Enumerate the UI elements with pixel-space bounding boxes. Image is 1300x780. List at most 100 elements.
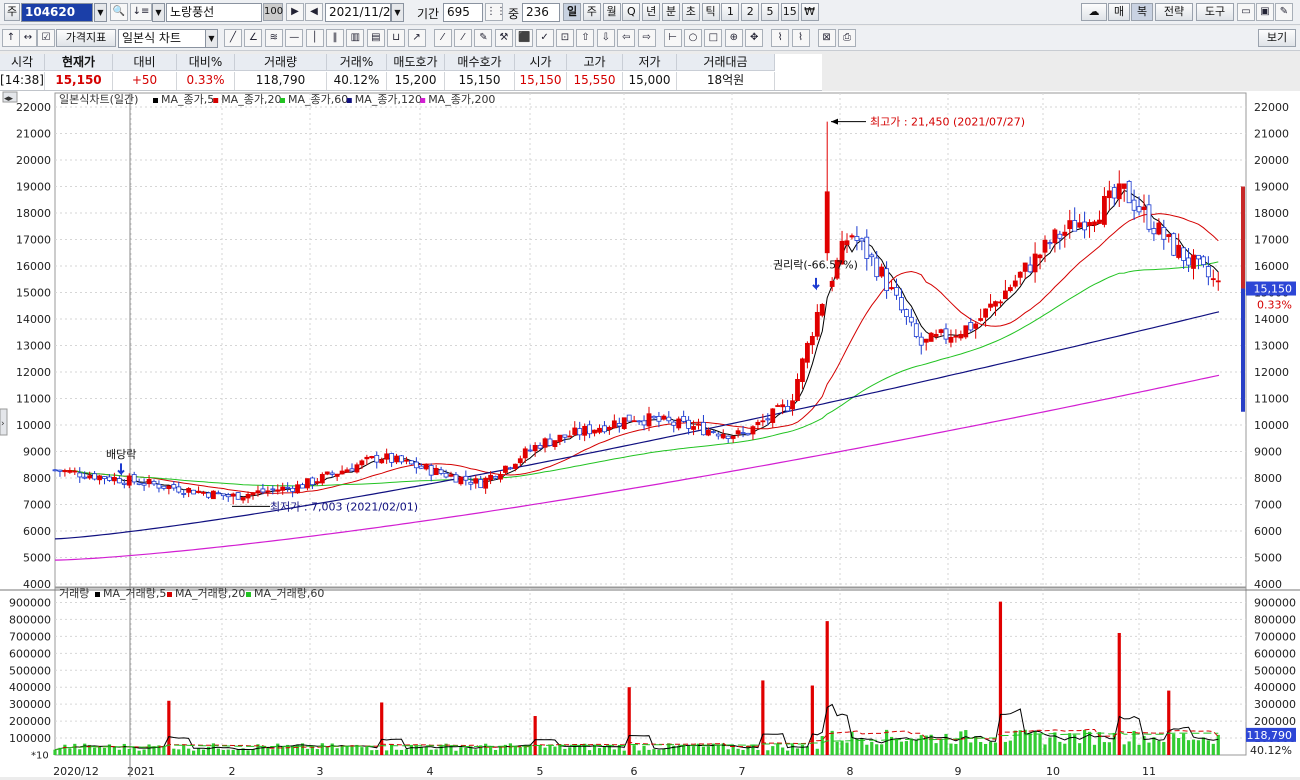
draw-tool-icon[interactable]: ⇦ bbox=[617, 29, 636, 47]
chart-type-select[interactable]: 일본식 차트 bbox=[118, 29, 206, 48]
candle-body bbox=[295, 484, 300, 494]
draw-tool-icon[interactable]: ✎ bbox=[474, 29, 493, 47]
draw-tool-icon[interactable]: ⁄ bbox=[433, 29, 452, 47]
draw-tool-icon[interactable]: ⇧ bbox=[576, 29, 595, 47]
candle-body bbox=[151, 480, 157, 485]
draw-tool-icon[interactable]: ▤ bbox=[366, 29, 385, 47]
quote-header: 시가 bbox=[515, 54, 567, 71]
period-button-1[interactable]: 주 bbox=[582, 3, 601, 21]
cloud-icon[interactable]: ☁ bbox=[1081, 3, 1107, 21]
strategy-button[interactable]: 전략 bbox=[1155, 3, 1193, 21]
draw-tool-icon[interactable]: ⌇ bbox=[771, 29, 790, 47]
candle-body bbox=[755, 421, 761, 426]
chart-type-dropdown-icon[interactable]: ▼ bbox=[205, 29, 218, 48]
draw-tool-icon[interactable]: ╱ bbox=[224, 29, 242, 47]
view-button[interactable]: 보기 bbox=[1258, 29, 1296, 47]
candle-body bbox=[730, 435, 736, 439]
expand-horizontal-icon[interactable]: ↔ bbox=[19, 29, 37, 47]
period-button-3[interactable]: Q bbox=[622, 3, 641, 21]
date-dropdown-icon[interactable]: ▼ bbox=[391, 3, 404, 22]
tools-button[interactable]: 도구 bbox=[1196, 3, 1234, 21]
period-button-11[interactable]: 15 bbox=[780, 3, 799, 21]
sort-dropdown-icon[interactable]: ▼ bbox=[152, 3, 165, 22]
draw-tool-icon[interactable]: ✓ bbox=[535, 29, 554, 47]
candle-body bbox=[82, 476, 88, 479]
grip-icon[interactable]: ⋮⋮ bbox=[485, 3, 506, 21]
chart-area[interactable]: 22000 22000 21000 21000 20000 20000 19000 19000… bbox=[0, 91, 1300, 778]
draw-tool-icon[interactable]: ⬛ bbox=[515, 29, 534, 47]
draw-tool-icon[interactable]: □ bbox=[704, 29, 723, 47]
draw-tool-icon[interactable]: ‖ bbox=[326, 29, 344, 47]
period-button-8[interactable]: 1 bbox=[721, 3, 740, 21]
draw-tool-icon[interactable]: │ bbox=[305, 29, 324, 47]
draw-tool-icon[interactable]: ▥ bbox=[346, 29, 365, 47]
search-icon[interactable]: 🔍 bbox=[110, 3, 128, 21]
date-input[interactable]: 2021/11/23 bbox=[325, 3, 398, 22]
draw-tool-icon[interactable]: ⎙ bbox=[838, 29, 856, 47]
prev-arrow-icon[interactable]: ◀ bbox=[305, 3, 323, 21]
candle-body bbox=[453, 474, 459, 483]
candle-body bbox=[710, 431, 716, 433]
period-button-10[interactable]: 5 bbox=[761, 3, 779, 21]
volume-bar bbox=[276, 743, 280, 755]
candle-body bbox=[478, 479, 484, 489]
volume-bar bbox=[885, 729, 889, 755]
market-selector-button[interactable]: 주 bbox=[4, 3, 20, 21]
volume-bar bbox=[1157, 740, 1161, 755]
draw-tool-icon[interactable]: ⊡ bbox=[556, 29, 574, 47]
draw-tool-icon[interactable]: ○ bbox=[684, 29, 702, 47]
draw-tool-icon[interactable]: ⊠ bbox=[817, 29, 836, 47]
folder-icon[interactable]: ▭ bbox=[1237, 3, 1255, 21]
draw-tool-icon[interactable]: ✥ bbox=[745, 29, 764, 47]
stock-code-dropdown-icon[interactable]: ▼ bbox=[94, 3, 107, 22]
stock-name-field[interactable]: 노랑풍선 bbox=[166, 3, 262, 22]
candle-body bbox=[270, 488, 276, 491]
volume-axis-tick-left: 300000 bbox=[9, 698, 51, 711]
candle-body bbox=[859, 238, 865, 242]
volume-bar bbox=[454, 750, 458, 755]
candle-body bbox=[309, 477, 315, 486]
main-toolbar: 주 104620 ▼ 🔍 ↓≡ ▼ 노랑풍선 100 ▶ ◀ 2021/11/2… bbox=[0, 0, 1300, 25]
sort-icon[interactable]: ↓≡ bbox=[130, 3, 152, 21]
edit-icon[interactable]: ☑ bbox=[37, 29, 55, 47]
period-button-4[interactable]: 년 bbox=[642, 3, 661, 21]
draw-tool-icon[interactable]: ⊕ bbox=[724, 29, 743, 47]
stock-chart[interactable]: 22000 22000 21000 21000 20000 20000 19000 19000… bbox=[0, 91, 1300, 778]
draw-tool-icon[interactable]: ⊔ bbox=[387, 29, 406, 47]
period-button-12[interactable]: ₩ bbox=[800, 3, 819, 21]
indicator-button[interactable]: 가격지표 bbox=[56, 29, 116, 47]
draw-tool-icon[interactable]: ≋ bbox=[264, 29, 283, 47]
period-button-5[interactable]: 분 bbox=[662, 3, 680, 21]
candle-body bbox=[805, 342, 810, 363]
volume-axis-tick-right: 700000 bbox=[1254, 630, 1296, 643]
wrench-icon[interactable]: ✎ bbox=[1275, 3, 1293, 21]
next-arrow-icon[interactable]: ▶ bbox=[286, 3, 304, 21]
draw-tool-icon[interactable]: — bbox=[285, 29, 304, 47]
save-icon[interactable]: ▣ bbox=[1256, 3, 1274, 21]
period-button-9[interactable]: 2 bbox=[741, 3, 760, 21]
candle-body bbox=[1027, 264, 1033, 273]
stock-code-input[interactable]: 104620 bbox=[21, 3, 93, 22]
draw-tool-icon[interactable]: ⇩ bbox=[596, 29, 615, 47]
draw-tool-icon[interactable]: ↗ bbox=[407, 29, 426, 47]
draw-tool-icon[interactable]: ⇨ bbox=[637, 29, 656, 47]
count-input[interactable]: 236 bbox=[522, 3, 560, 22]
draw-tool-icon[interactable]: ⁄ bbox=[454, 29, 472, 47]
volume-bar bbox=[1137, 744, 1141, 755]
sell-button[interactable]: 매 bbox=[1108, 3, 1130, 21]
volume-legend-title: 거래량 bbox=[59, 587, 89, 600]
up-arrow-icon[interactable]: ↑ bbox=[2, 29, 20, 47]
period-button-2[interactable]: 월 bbox=[602, 3, 621, 21]
candle-body bbox=[483, 477, 489, 489]
period-button-0[interactable]: 일 bbox=[563, 3, 581, 21]
restore-button[interactable]: 복 bbox=[1131, 3, 1153, 21]
candle-body bbox=[562, 434, 568, 438]
period-input[interactable]: 695 bbox=[443, 3, 483, 22]
low-annotation: 최저가 : 7,003 (2021/02/01) bbox=[270, 500, 418, 513]
draw-tool-icon[interactable]: ⌇ bbox=[791, 29, 810, 47]
draw-tool-icon[interactable]: ⊢ bbox=[663, 29, 682, 47]
draw-tool-icon[interactable]: ∠ bbox=[244, 29, 263, 47]
draw-tool-icon[interactable]: ⚒ bbox=[494, 29, 513, 47]
period-button-6[interactable]: 초 bbox=[681, 3, 700, 21]
period-button-7[interactable]: 틱 bbox=[701, 3, 720, 21]
